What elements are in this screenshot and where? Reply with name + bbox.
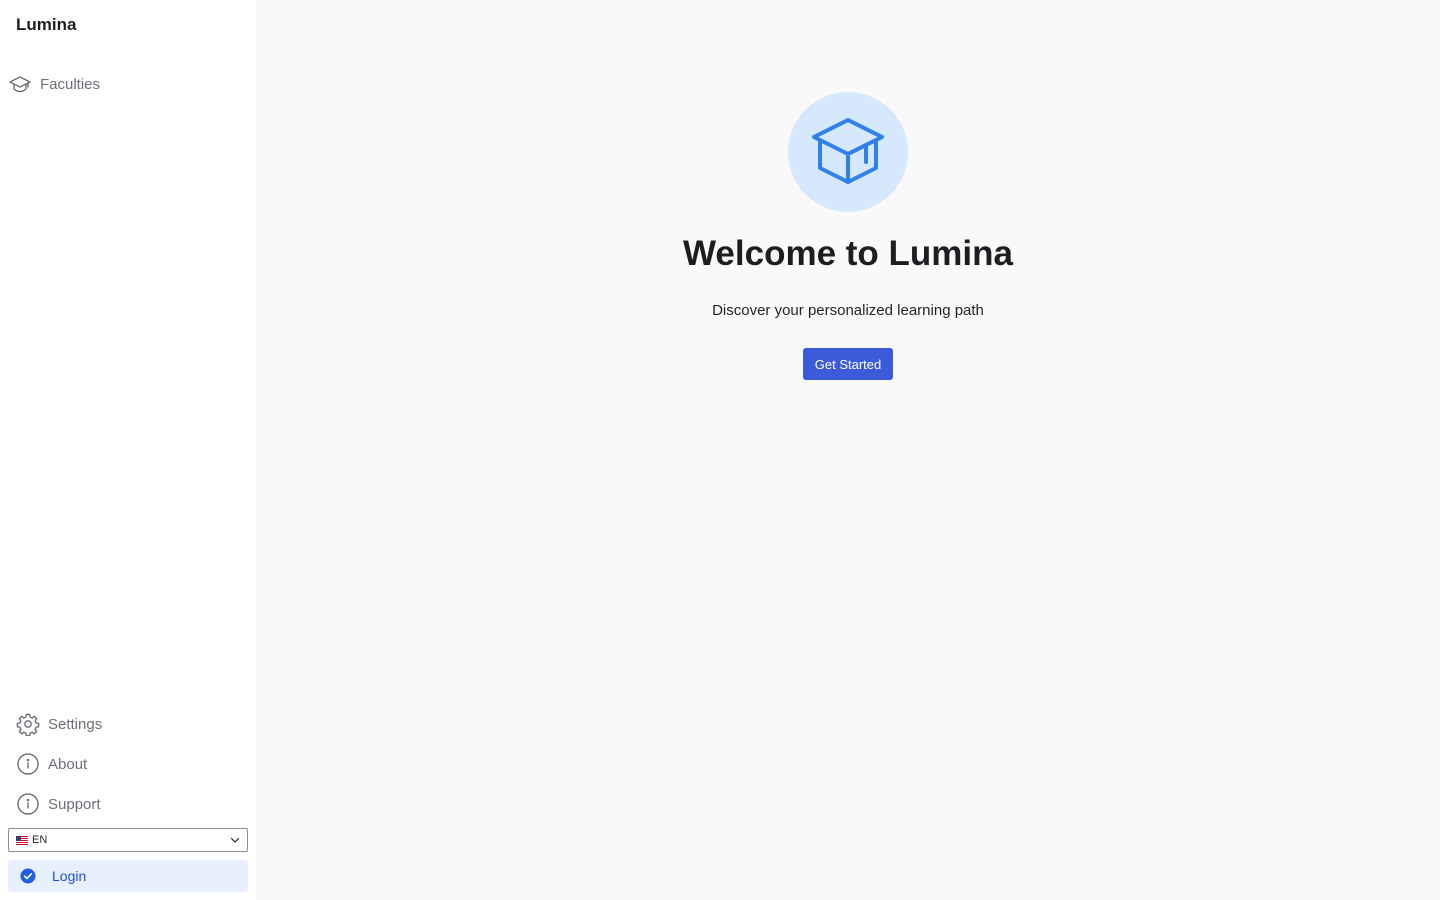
language-select[interactable]: EN [8, 828, 248, 852]
main-content: Welcome to Lumina Discover your personal… [256, 0, 1440, 900]
sidebar-item-settings[interactable]: Settings [16, 712, 102, 736]
get-started-button[interactable]: Get Started [803, 348, 893, 380]
graduation-cap-icon [8, 72, 32, 96]
hero-badge [788, 92, 908, 212]
page-title: Welcome to Lumina [683, 234, 1013, 273]
sidebar: Lumina Faculties Settings About Support … [0, 0, 256, 900]
sidebar-item-label: Faculties [40, 75, 101, 93]
graduation-cap-icon [810, 117, 886, 187]
login-button[interactable]: Login [8, 860, 248, 892]
check-circle-icon [20, 868, 36, 884]
language-select-value: EN [32, 834, 48, 846]
sidebar-item-faculties[interactable]: Faculties [8, 72, 100, 96]
info-icon [16, 792, 40, 816]
us-flag-icon [16, 835, 28, 845]
sidebar-item-support[interactable]: Support [16, 792, 101, 816]
info-icon [16, 752, 40, 776]
sidebar-item-label: Settings [48, 715, 103, 733]
app-title: Lumina [16, 15, 77, 34]
page-subtitle: Discover your personalized learning path [712, 302, 984, 319]
sidebar-item-label: About [48, 755, 88, 773]
sidebar-item-about[interactable]: About [16, 752, 87, 776]
gear-icon [16, 712, 40, 736]
chevron-down-icon [229, 834, 241, 849]
login-label: Login [52, 868, 87, 884]
sidebar-item-label: Support [48, 795, 101, 813]
